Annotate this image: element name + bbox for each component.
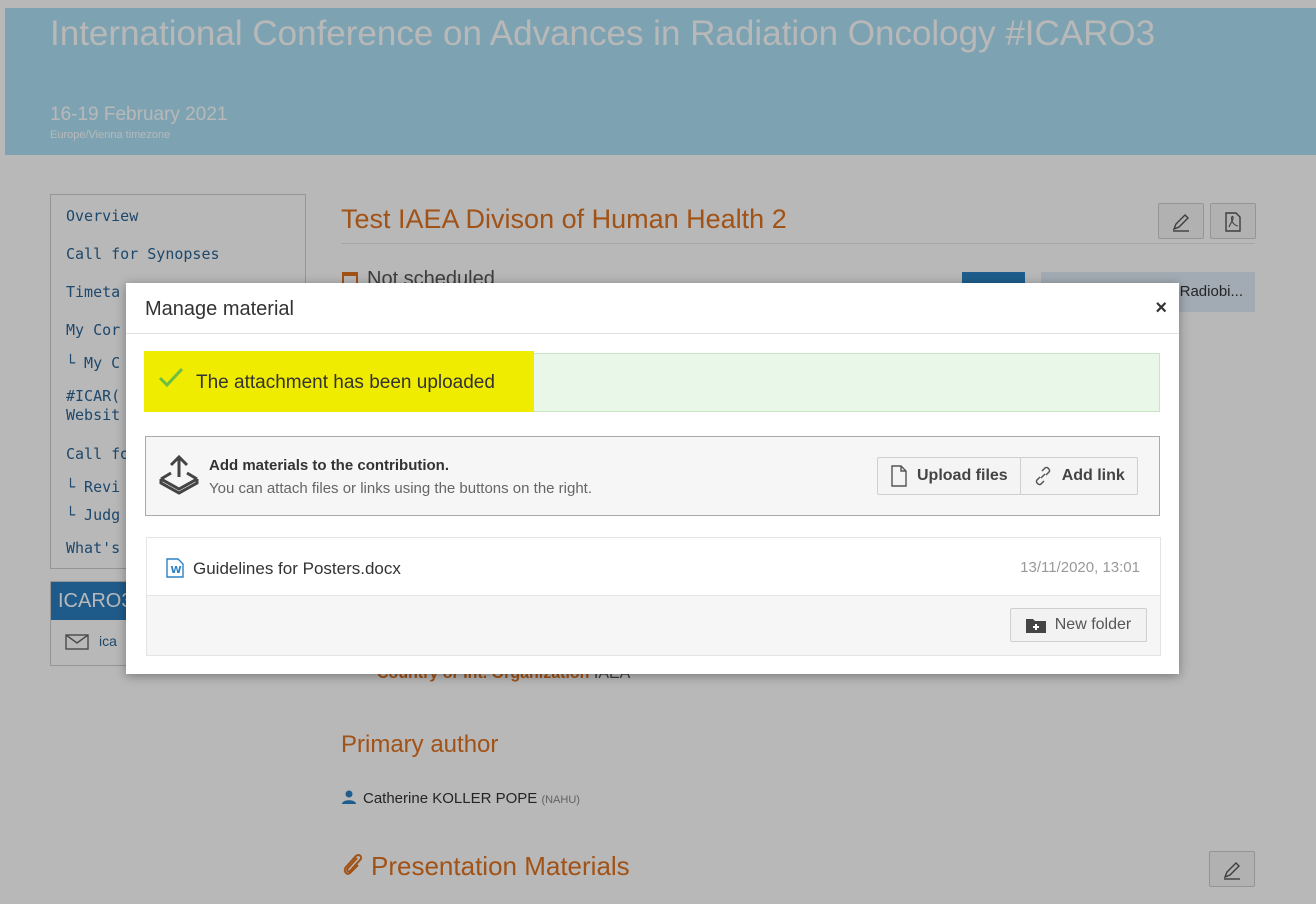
add-link-button[interactable]: Add link (1019, 458, 1137, 494)
attachment-date: 13/11/2020, 13:01 (1020, 559, 1140, 576)
add-link-label: Add link (1061, 467, 1125, 484)
attachment-name[interactable]: Guidelines for Posters.docx (193, 559, 401, 579)
add-materials-box: Add materials to the contribution. You c… (145, 436, 1160, 516)
add-materials-subtitle: You can attach files or links using the … (209, 480, 593, 497)
svg-text:W: W (171, 565, 182, 576)
attachment-footer: New folder (146, 595, 1161, 656)
manage-material-dialog: Manage material × The attachment has bee… (126, 283, 1179, 674)
folder-plus-icon (1025, 619, 1046, 633)
checkmark-icon (158, 366, 184, 395)
upload-files-button[interactable]: Upload files (878, 458, 1020, 494)
success-message-text: The attachment has been uploaded (196, 372, 495, 393)
material-action-buttons: Upload files Add link (877, 457, 1138, 495)
file-icon (891, 465, 907, 487)
add-materials-title: Add materials to the contribution. (209, 457, 450, 474)
link-icon (1035, 466, 1050, 486)
attachment-row[interactable]: W Guidelines for Posters.docx 13/11/2020… (146, 537, 1161, 596)
new-folder-label: New folder (1054, 616, 1132, 633)
upload-files-label: Upload files (917, 467, 1008, 484)
dialog-title: Manage material (145, 298, 294, 320)
dialog-header: Manage material × (126, 283, 1179, 334)
upload-tray-icon (158, 453, 200, 500)
close-button[interactable]: × (1155, 297, 1167, 320)
word-document-icon: W (166, 558, 184, 583)
new-folder-button[interactable]: New folder (1010, 608, 1147, 642)
